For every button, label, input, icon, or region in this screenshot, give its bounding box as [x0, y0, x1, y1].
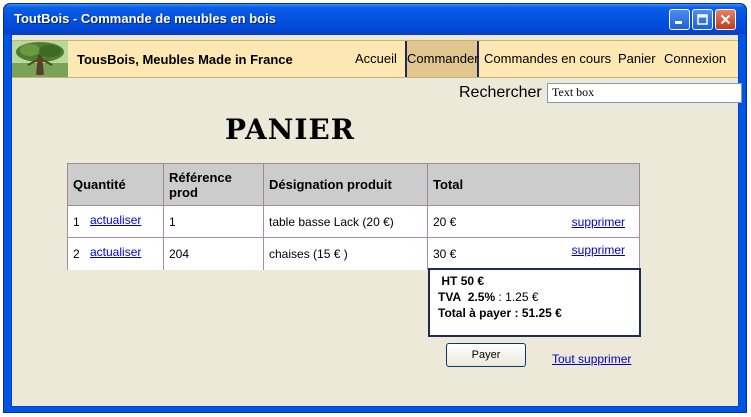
table-header-row: Quantité Référence prod Désignation produ… — [67, 163, 640, 206]
ref-cell: 204 — [163, 237, 264, 270]
nav-bar: TousBois, Meubles Made in France Accueil… — [12, 40, 738, 78]
nav-item-commander[interactable]: Commander — [405, 41, 479, 77]
header-reference: Référence prod — [163, 163, 264, 206]
delete-link[interactable]: supprimer — [572, 215, 625, 229]
page-title: PANIER — [225, 113, 356, 146]
delete-link[interactable]: supprimer — [572, 243, 625, 257]
nav-item-accueil[interactable]: Accueil — [355, 41, 397, 77]
title-bar[interactable]: ToutBois - Commande de meubles en bois — [4, 4, 746, 34]
app-window: ToutBois - Commande de meubles en bois T… — [3, 3, 747, 413]
summary-total-value: 51.25 € — [521, 306, 562, 320]
table-row: 2 actualiser 204 chaises (15 € ) 30 € supp… — [67, 237, 640, 270]
summary-tva-sep: : — [495, 290, 506, 304]
order-summary: HT 50 € TVA 2.5% : 1.25 € Total à payer … — [428, 268, 641, 337]
nav-item-connexion[interactable]: Connexion — [664, 41, 726, 77]
summary-total-label: Total à payer : — [438, 306, 522, 320]
summary-total-line: Total à payer : 51.25 € — [438, 305, 631, 321]
search-label: Rechercher — [459, 84, 542, 101]
total-value: 30 € — [433, 247, 457, 261]
client-area: TousBois, Meubles Made in France Accueil… — [11, 34, 742, 407]
update-link[interactable]: actualiser — [90, 213, 141, 227]
qty-cell: 1 actualiser — [67, 205, 164, 238]
qty-value: 1 — [73, 214, 80, 229]
minimize-icon — [675, 21, 682, 24]
qty-cell: 2 actualiser — [67, 237, 164, 270]
summary-ht-line: HT 50 € — [438, 273, 631, 289]
search-input[interactable]: Text box — [547, 83, 742, 103]
header-reference-line1: Référence — [169, 169, 232, 185]
designation-cell: chaises (15 € ) — [263, 237, 428, 270]
summary-ht-label: HT — [441, 274, 458, 288]
total-value: 20 € — [433, 215, 457, 229]
summary-tva-rate: 2.5% — [467, 290, 496, 304]
ref-cell: 1 — [163, 205, 264, 238]
total-cell: 30 € supprimer — [427, 237, 640, 270]
window-title: ToutBois - Commande de meubles en bois — [14, 11, 276, 26]
header-total: Total — [427, 163, 640, 206]
tree-logo-icon — [12, 41, 68, 77]
nav-item-panier[interactable]: Panier — [618, 41, 656, 77]
summary-tva-value: 1.25 € — [505, 290, 539, 304]
close-button[interactable] — [715, 9, 736, 30]
table-row: 1 actualiser 1 table basse Lack (20 €) 20… — [67, 205, 640, 238]
cart-table: Quantité Référence prod Désignation produ… — [67, 163, 640, 270]
pay-button[interactable]: Payer — [446, 343, 526, 367]
header-reference-line2: prod — [169, 184, 198, 200]
header-designation: Désignation produit — [263, 163, 428, 206]
maximize-button[interactable] — [692, 9, 713, 30]
nav-item-commandes-en-cours[interactable]: Commandes en cours — [484, 41, 611, 77]
brand-name: TousBois, Meubles Made in France — [77, 52, 293, 67]
designation-cell: table basse Lack (20 €) — [263, 205, 428, 238]
summary-ht-value: 50 € — [460, 274, 485, 288]
maximize-icon — [697, 14, 708, 25]
clear-all-link[interactable]: Tout supprimer — [552, 352, 631, 366]
close-icon — [720, 14, 731, 25]
update-link[interactable]: actualiser — [90, 245, 141, 259]
summary-tva-label: TVA — [438, 290, 462, 304]
qty-value: 2 — [73, 246, 80, 261]
header-quantite: Quantité — [67, 163, 164, 206]
summary-tva-line: TVA 2.5% : 1.25 € — [438, 289, 631, 305]
minimize-button[interactable] — [669, 9, 690, 30]
total-cell: 20 € supprimer — [427, 205, 640, 238]
